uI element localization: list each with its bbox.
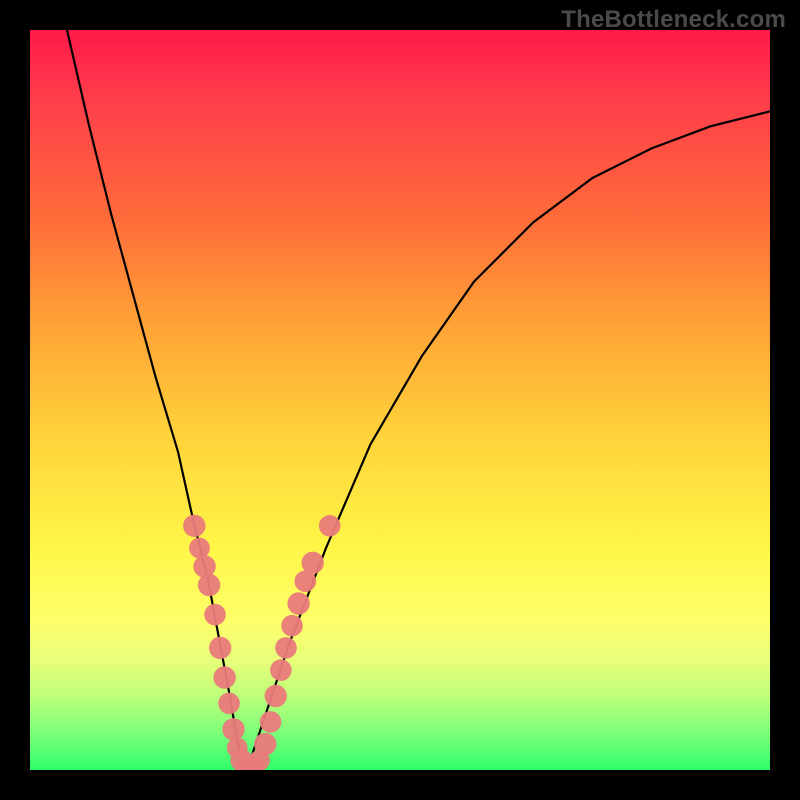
watermark-text: TheBottleneck.com bbox=[561, 6, 786, 34]
chart-svg bbox=[30, 30, 770, 770]
bottleneck-curve bbox=[67, 30, 770, 770]
highlight-markers bbox=[183, 515, 340, 770]
chart-frame: TheBottleneck.com bbox=[0, 0, 800, 800]
plot-area bbox=[30, 30, 770, 770]
